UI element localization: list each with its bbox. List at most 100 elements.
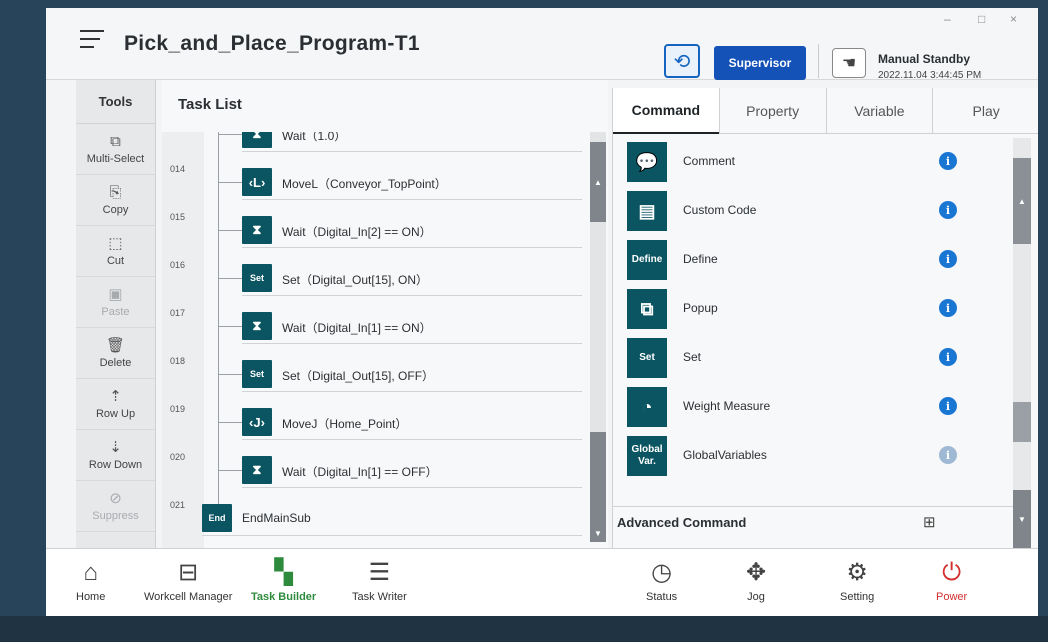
task-command-text: Wait（Digital_In[1] == ON） — [282, 321, 432, 335]
nav-workcell-manager-button[interactable]: ⊟ Workcell Manager — [144, 557, 232, 603]
task-badge-icon: ⧗ — [242, 216, 272, 244]
jog-icon: ✥ — [746, 559, 767, 586]
tool-label: Multi-Select — [86, 153, 145, 165]
task-command-text: Set（Digital_Out[15], OFF） — [282, 369, 435, 383]
command-item-set[interactable]: Set Set i — [613, 334, 1013, 383]
command-name: Set — [683, 350, 702, 364]
task-command[interactable]: ⧗ Wait（Digital_In[1] == ON） — [242, 310, 582, 344]
row-up-icon: ⇡ — [109, 388, 122, 405]
task-badge-icon: ⧗ — [242, 312, 272, 340]
info-icon[interactable]: i — [939, 348, 957, 366]
task-row-end: 021 End EndMainSub — [162, 494, 592, 542]
tools-title: Tools — [76, 80, 155, 124]
tool-paste-button[interactable]: ▣ Paste — [76, 277, 155, 328]
tab-play[interactable]: Play — [932, 88, 1038, 134]
tab-command[interactable]: Command — [613, 88, 719, 134]
sync-button[interactable]: ⟲ — [664, 44, 700, 78]
task-command[interactable]: End EndMainSub — [202, 502, 582, 536]
command-item-globalvariables[interactable]: Global Var. GlobalVariables i — [613, 432, 1013, 481]
task-command[interactable]: Set Set（Digital_Out[15], OFF） — [242, 358, 582, 392]
command-item-popup[interactable]: ⧉ Popup i — [613, 285, 1013, 334]
tool-cut-button[interactable]: ⬚ Cut — [76, 226, 155, 277]
scroll-down-icon[interactable]: ▼ — [1013, 490, 1031, 548]
tool-row-up-button[interactable]: ⇡ Row Up — [76, 379, 155, 430]
minimize-button[interactable]: – — [944, 12, 951, 26]
tree-branch — [218, 422, 242, 423]
supervisor-button[interactable]: Supervisor — [714, 46, 806, 80]
advanced-command-section[interactable]: Advanced Command ⊞ — [613, 506, 1013, 536]
nav-home-button[interactable]: ⌂ Home — [76, 557, 105, 603]
nav-status-button[interactable]: ◷ Status — [646, 557, 677, 603]
task-command[interactable]: ‹J› MoveJ（Home_Point） — [242, 406, 582, 440]
task-command[interactable]: ⧗ Wait（Digital_In[1] == OFF） — [242, 454, 582, 488]
nav-setting-button[interactable]: ⚙ Setting — [840, 557, 874, 603]
command-item-weight-measure[interactable]: ◔ Weight Measure i — [613, 383, 1013, 432]
nav-jog-button[interactable]: ✥ Jog — [746, 557, 766, 603]
cut-icon: ⬚ — [108, 235, 123, 252]
maximize-button[interactable]: □ — [978, 12, 985, 26]
task-command-text: Wait（Digital_In[1] == OFF） — [282, 465, 438, 479]
tool-suppress-button[interactable]: ⊘ Suppress — [76, 481, 155, 532]
tool-copy-button[interactable]: ⎘ Copy — [76, 175, 155, 226]
tab-property[interactable]: Property — [718, 88, 826, 134]
tool-label: Row Up — [95, 408, 136, 420]
paste-icon: ▣ — [108, 286, 123, 303]
tree-branch — [218, 182, 242, 183]
grid-icon[interactable]: ⊞ — [923, 513, 936, 531]
info-icon[interactable]: i — [939, 250, 957, 268]
tree-branch — [218, 326, 242, 327]
command-item-comment[interactable]: 💬 Comment i — [613, 138, 1013, 187]
tool-label: Cut — [106, 255, 125, 267]
task-list-panel: Task List ⧗ Wait（1.0） 014 ‹L› MoveL（Conveyor… — [162, 80, 608, 548]
panel-tabs: Command Property Variable Play — [613, 88, 1038, 134]
menu-icon[interactable] — [80, 30, 104, 48]
advanced-command-label: Advanced Command — [617, 515, 747, 530]
info-icon[interactable]: i — [939, 446, 957, 464]
robot-mode-status: Manual Standby — [878, 52, 971, 66]
scroll-up-icon[interactable]: ▲ — [1013, 158, 1031, 244]
info-icon[interactable]: i — [939, 397, 957, 415]
nav-task-writer-button[interactable]: ☰ Task Writer — [352, 557, 407, 603]
task-badge-icon: ⧗ — [242, 456, 272, 484]
tree-branch — [218, 470, 242, 471]
scroll-thumb[interactable] — [1013, 402, 1031, 442]
task-command[interactable]: ‹L› MoveL（Conveyor_TopPoint） — [242, 166, 582, 200]
task-command-text: EndMainSub — [242, 511, 311, 525]
tool-row-down-button[interactable]: ⇣ Row Down — [76, 430, 155, 481]
task-row: 015 ⧗ Wait（Digital_In[2] == ON） — [162, 206, 592, 254]
info-icon[interactable]: i — [939, 299, 957, 317]
scroll-down-icon[interactable]: ▼ — [590, 432, 606, 542]
command-item-define[interactable]: Define Define i — [613, 236, 1013, 285]
define-icon: Define — [627, 240, 667, 280]
tab-variable[interactable]: Variable — [825, 88, 933, 134]
nav-power-button[interactable]: ⏻ Power — [936, 557, 967, 603]
set-icon: Set — [627, 338, 667, 378]
monitor-bezel — [0, 616, 1048, 642]
info-icon[interactable]: i — [939, 152, 957, 170]
command-name: Popup — [683, 301, 718, 315]
task-command[interactable]: Set Set（Digital_Out[15], ON） — [242, 262, 582, 296]
line-number: 017 — [170, 308, 186, 318]
nav-task-builder-button[interactable]: ▚ Task Builder — [251, 557, 316, 603]
nav-label: Workcell Manager — [144, 591, 233, 603]
task-command[interactable]: ⧗ Wait（Digital_In[2] == ON） — [242, 214, 582, 248]
task-list-scrollbar[interactable]: ▲ ▼ — [590, 132, 606, 542]
line-number: 021 — [170, 500, 186, 510]
command-name: Comment — [683, 154, 736, 168]
info-icon[interactable]: i — [939, 201, 957, 219]
tool-multi-select-button[interactable]: ⧉ Multi-Select — [76, 124, 155, 175]
scroll-up-icon[interactable]: ▲ — [590, 142, 606, 222]
tool-delete-button[interactable]: 🗑 Delete — [76, 328, 155, 379]
gauge-icon: ◔ — [627, 387, 667, 427]
nav-label: Task Builder — [251, 591, 317, 603]
command-list-scrollbar[interactable]: ▲ ▼ — [1013, 138, 1031, 548]
task-badge-icon: Set — [242, 264, 272, 292]
command-item-custom-code[interactable]: ▤ Custom Code i — [613, 187, 1013, 236]
task-list-body: ⧗ Wait（1.0） 014 ‹L› MoveL（Conveyor_TopPoint）… — [162, 132, 608, 548]
line-number: 020 — [170, 452, 186, 462]
close-button[interactable]: × — [1010, 12, 1017, 26]
comment-icon: 💬 — [627, 142, 667, 182]
task-command[interactable]: ⧗ Wait（1.0） — [242, 132, 582, 152]
task-command-text: MoveJ（Home_Point） — [282, 417, 408, 431]
task-row: ⧗ Wait（1.0） — [162, 132, 592, 158]
